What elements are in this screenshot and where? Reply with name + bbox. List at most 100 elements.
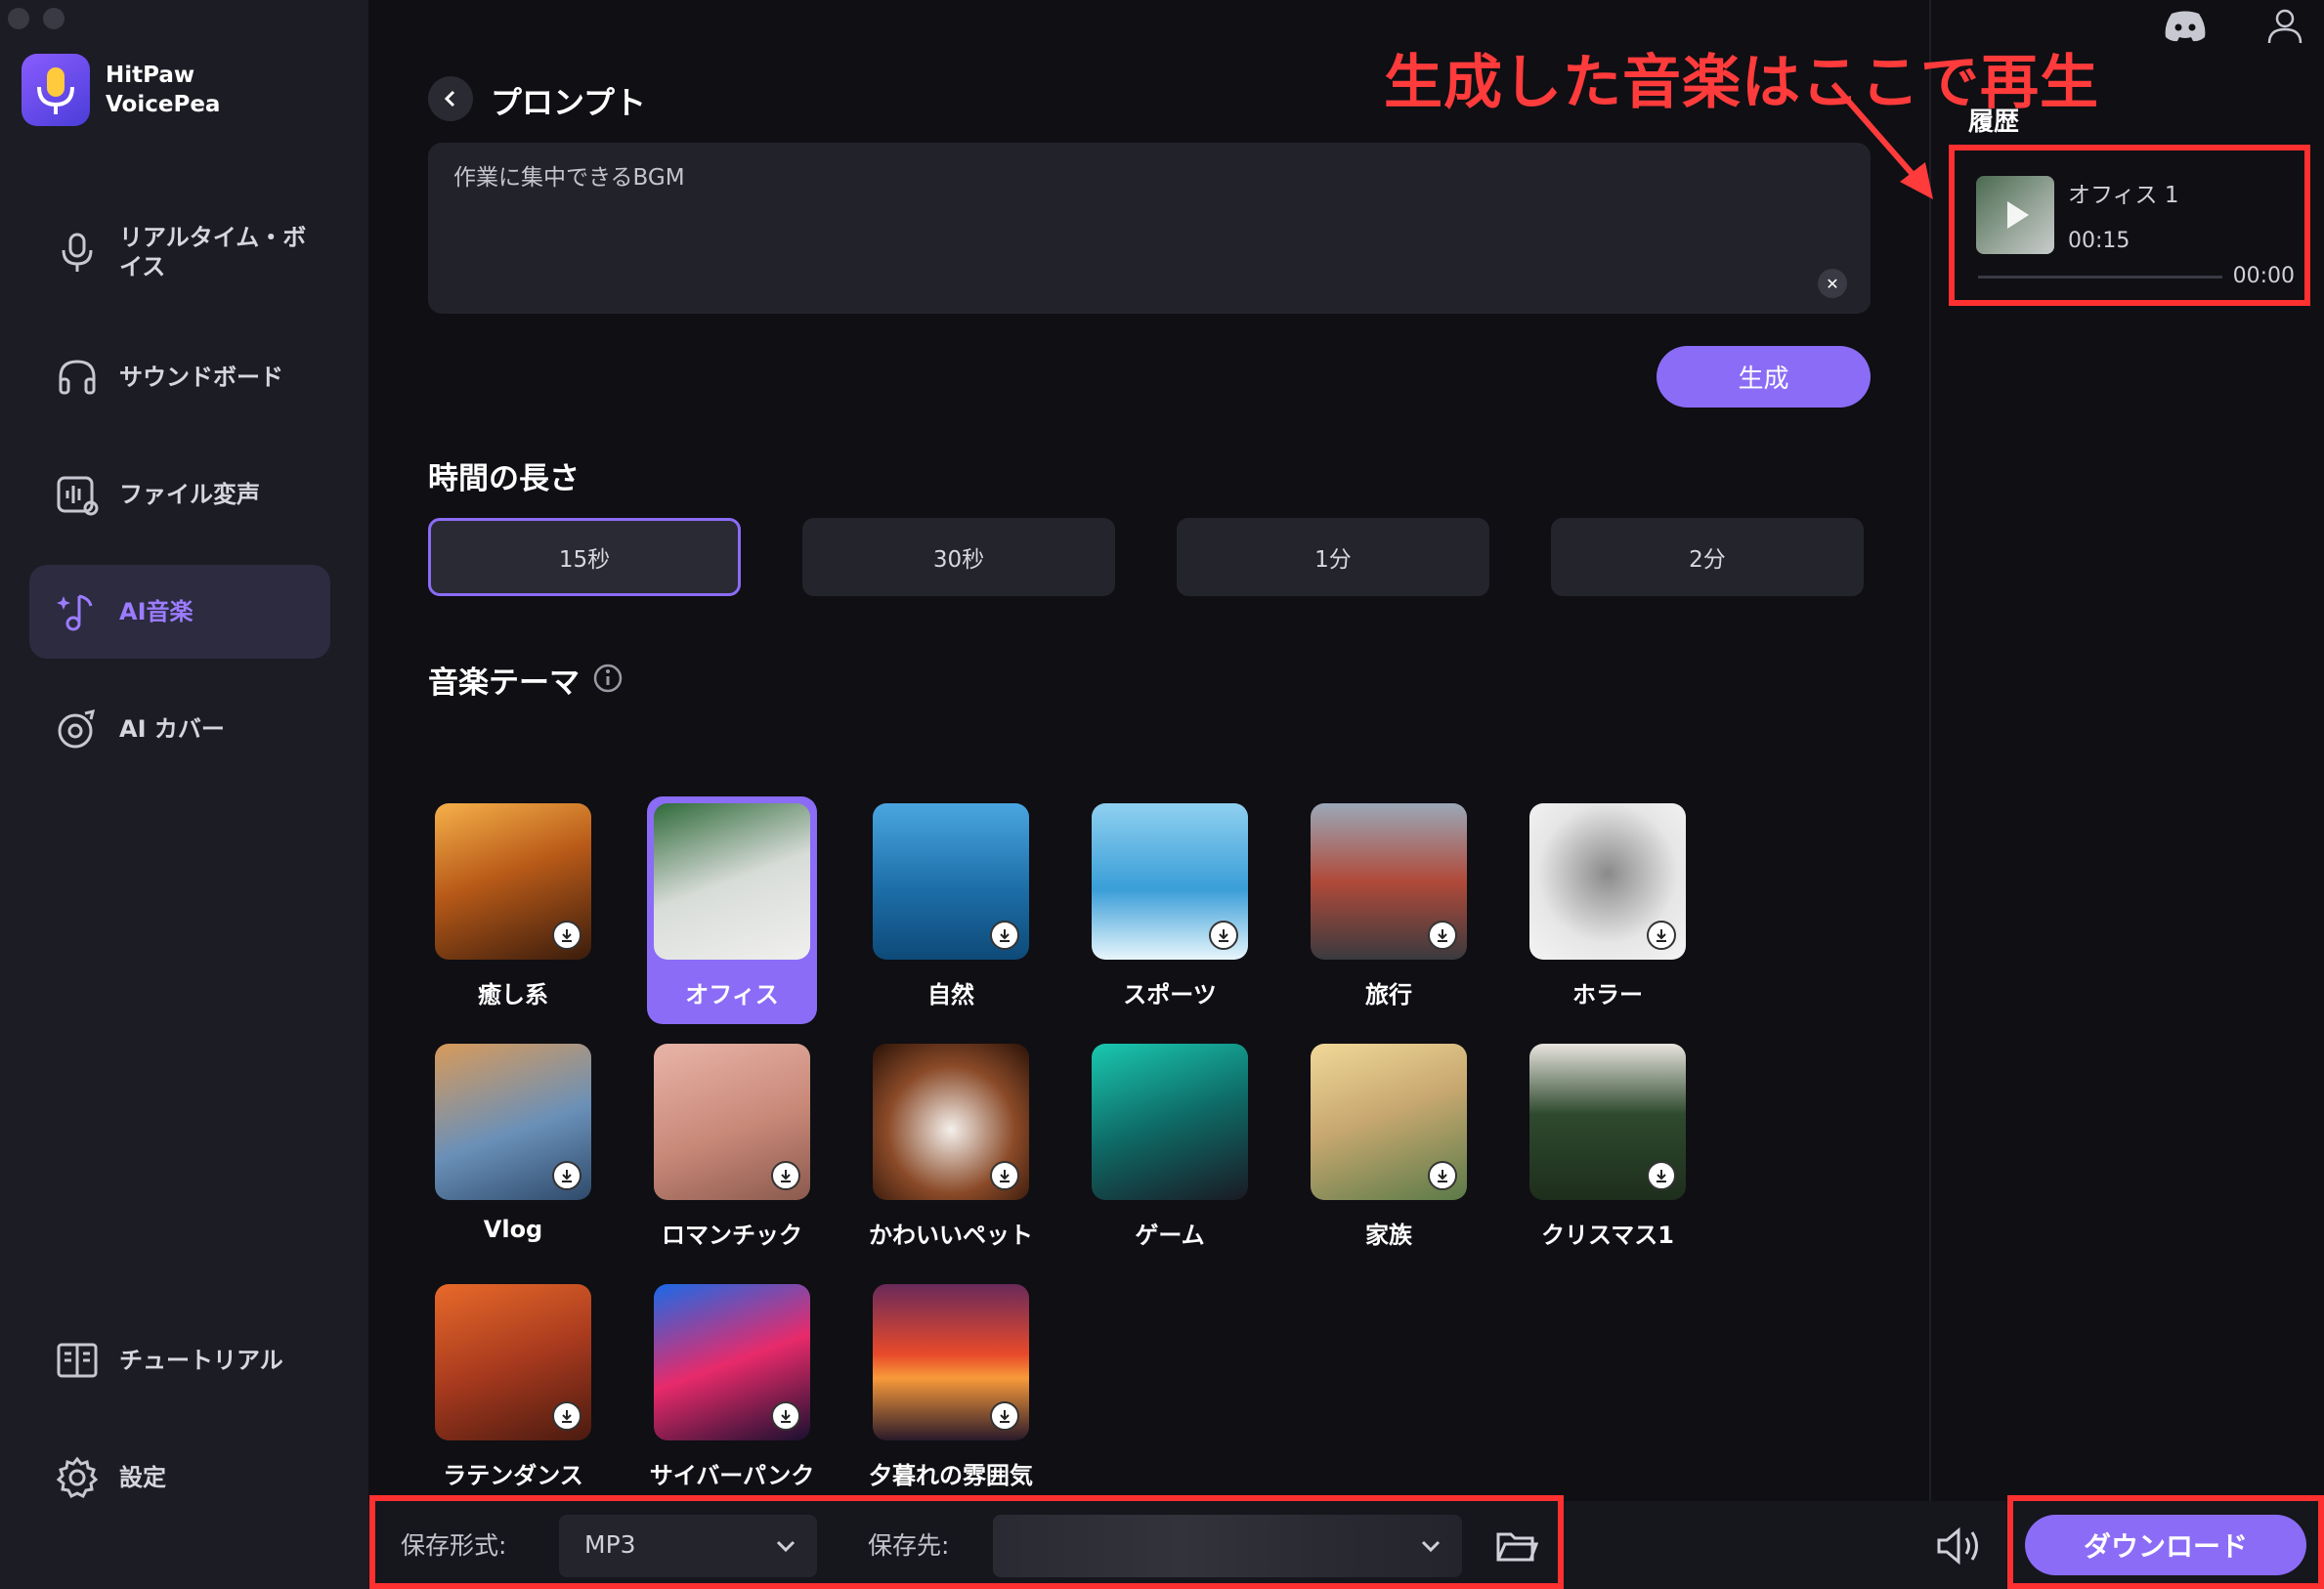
sidebar-item-file-voice[interactable]: ファイル変声 (29, 448, 330, 541)
theme-horror[interactable]: ホラー (1523, 796, 1693, 1009)
chevron-left-icon (444, 90, 455, 107)
file-voice-icon (55, 472, 100, 517)
theme-thumbnail (435, 803, 591, 960)
info-icon[interactable] (592, 663, 624, 694)
play-icon[interactable] (1976, 176, 2054, 254)
theme-sports[interactable]: スポーツ (1085, 796, 1255, 1009)
book-icon (55, 1338, 100, 1383)
download-icon[interactable] (552, 921, 581, 950)
sidebar-item-tutorial[interactable]: チュートリアル (29, 1313, 330, 1407)
theme-thumbnail (1092, 803, 1248, 960)
mic-icon (55, 230, 100, 275)
download-icon[interactable] (552, 1401, 581, 1431)
theme-cyberpunk[interactable]: サイバーパンク (647, 1277, 817, 1490)
download-icon[interactable] (990, 921, 1019, 950)
ai-music-icon (55, 589, 100, 634)
user-icon[interactable] (2265, 6, 2304, 45)
close-window-button[interactable] (8, 8, 29, 29)
close-icon: ✕ (1826, 274, 1839, 293)
prompt-input[interactable]: 作業に集中できるBGM ✕ (428, 143, 1871, 314)
sidebar: HitPaw VoicePea リアルタイム・ボイス サウンドボード ファイル変… (0, 0, 368, 1589)
history-thumbnail[interactable] (1976, 176, 2054, 254)
theme-romantic[interactable]: ロマンチック (647, 1037, 817, 1250)
format-label: 保存形式: (401, 1531, 507, 1560)
download-button[interactable]: ダウンロード (2025, 1515, 2306, 1575)
music-theme-title: 音楽テーマ (428, 666, 580, 701)
theme-latin-dance[interactable]: ラテンダンス (428, 1277, 598, 1490)
theme-nature[interactable]: 自然 (866, 796, 1036, 1009)
duration-option-15s[interactable]: 15秒 (428, 518, 741, 596)
sidebar-item-ai-music[interactable]: AI音楽 (29, 565, 330, 659)
sidebar-item-ai-cover[interactable]: AI カバー (29, 682, 330, 776)
theme-thumbnail (1311, 803, 1467, 960)
duration-title: 時間の長さ (428, 461, 580, 496)
format-select[interactable]: MP3 (559, 1515, 817, 1577)
theme-thumbnail (1092, 1044, 1248, 1200)
app-logo-icon (22, 54, 90, 126)
back-button[interactable] (428, 76, 473, 121)
theme-thumbnail (873, 1044, 1029, 1200)
download-icon[interactable] (1647, 921, 1676, 950)
download-icon[interactable] (990, 1401, 1019, 1431)
duration-option-2m[interactable]: 2分 (1551, 518, 1864, 596)
history-item-name: オフィス 1 (2068, 183, 2179, 208)
theme-thumbnail (654, 1284, 810, 1440)
playback-position: 00:00 (2232, 264, 2295, 288)
history-item-duration: 00:15 (2068, 229, 2130, 253)
theme-thumbnail (654, 1044, 810, 1200)
headphones-icon (55, 355, 100, 400)
theme-thumbnail (1529, 1044, 1686, 1200)
theme-healing[interactable]: 癒し系 (428, 796, 598, 1009)
theme-thumbnail (873, 803, 1029, 960)
minimize-window-button[interactable] (43, 8, 65, 29)
gear-icon (55, 1455, 100, 1500)
duration-option-1m[interactable]: 1分 (1177, 518, 1489, 596)
sidebar-item-realtime-voice[interactable]: リアルタイム・ボイス (29, 205, 330, 299)
download-icon[interactable] (1647, 1161, 1676, 1190)
theme-sunset-mood[interactable]: 夕暮れの雰囲気 (866, 1277, 1036, 1490)
generate-button[interactable]: 生成 (1657, 346, 1871, 408)
theme-game[interactable]: ゲーム (1085, 1037, 1255, 1250)
theme-travel[interactable]: 旅行 (1304, 796, 1474, 1009)
download-icon[interactable] (552, 1161, 581, 1190)
sidebar-item-soundboard[interactable]: サウンドボード (29, 330, 330, 424)
download-icon[interactable] (1428, 921, 1457, 950)
theme-thumbnail (1311, 1044, 1467, 1200)
theme-thumbnail (435, 1044, 591, 1200)
panel-divider (1929, 0, 1931, 1501)
duration-option-30s[interactable]: 30秒 (802, 518, 1115, 596)
theme-christmas[interactable]: クリスマス1 (1523, 1037, 1693, 1250)
chevron-down-icon (776, 1540, 796, 1553)
download-icon[interactable] (1428, 1161, 1457, 1190)
playback-progress[interactable] (1978, 276, 2222, 279)
theme-thumbnail (873, 1284, 1029, 1440)
window-controls (8, 8, 65, 29)
annotation-text: 生成した音楽はここで再生 (1384, 49, 2099, 117)
theme-office[interactable]: オフィス (647, 796, 817, 1024)
theme-thumbnail (1529, 803, 1686, 960)
ai-cover-icon (55, 707, 100, 752)
theme-vlog[interactable]: Vlog (428, 1037, 598, 1243)
destination-select[interactable] (993, 1515, 1462, 1577)
theme-thumbnail (435, 1284, 591, 1440)
download-icon[interactable] (1209, 921, 1238, 950)
discord-icon[interactable] (2164, 10, 2207, 43)
sidebar-item-settings[interactable]: 設定 (29, 1431, 330, 1525)
history-item[interactable]: オフィス 1 00:15 00:00 (1949, 145, 2310, 306)
download-icon[interactable] (771, 1401, 800, 1431)
theme-family[interactable]: 家族 (1304, 1037, 1474, 1250)
destination-label: 保存先: (868, 1531, 950, 1560)
volume-icon[interactable] (1935, 1525, 1984, 1568)
chevron-down-icon (1421, 1540, 1441, 1553)
folder-icon[interactable] (1495, 1526, 1538, 1566)
theme-cute-pet[interactable]: かわいいペット (866, 1037, 1036, 1250)
format-value: MP3 (584, 1530, 636, 1559)
annotation-arrow-icon (1830, 82, 1933, 199)
prompt-text[interactable]: 作業に集中できるBGM (453, 158, 685, 192)
prompt-title: プロンプト (491, 84, 647, 121)
app-name: HitPaw VoicePea (106, 63, 221, 117)
download-icon[interactable] (990, 1161, 1019, 1190)
theme-thumbnail (654, 803, 810, 960)
download-icon[interactable] (771, 1161, 800, 1190)
clear-prompt-button[interactable]: ✕ (1818, 269, 1847, 298)
